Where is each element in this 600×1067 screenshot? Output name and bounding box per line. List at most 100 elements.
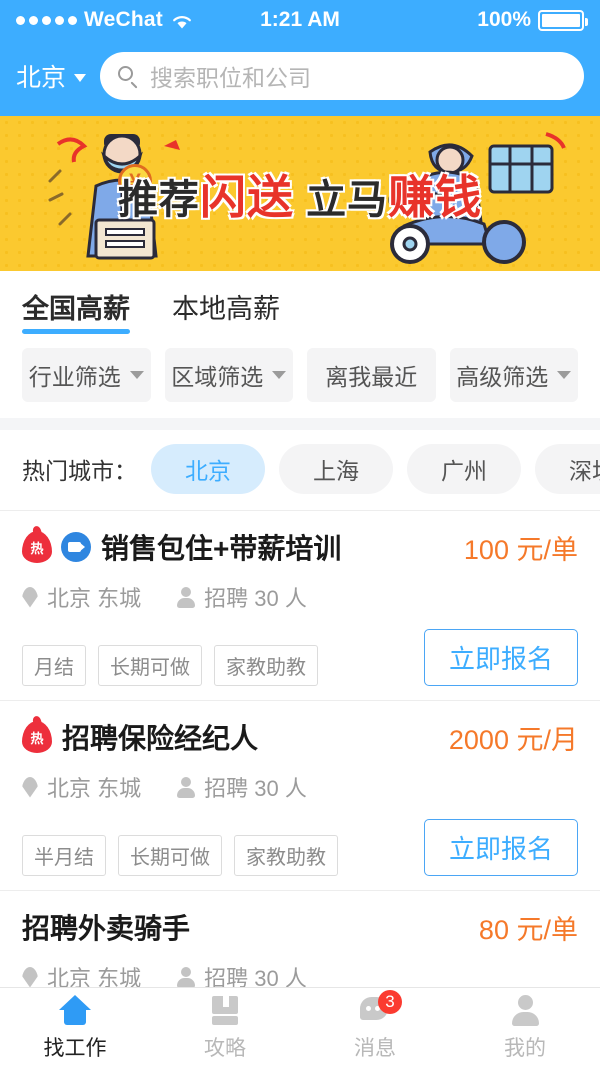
- job-tag: 长期可做: [98, 645, 202, 686]
- hot-flame-icon: 热: [22, 721, 52, 753]
- job-headcount-label: 招聘 30 人: [204, 966, 307, 987]
- job-price-amount: 100: [463, 534, 509, 565]
- chat-icon: 3: [358, 989, 402, 1026]
- nav-item-jobs[interactable]: 找工作: [0, 994, 150, 1062]
- location-pin-icon: [22, 586, 38, 608]
- hot-flame-icon: 热: [22, 531, 52, 563]
- job-tag: 长期可做: [118, 835, 222, 876]
- chevron-down-icon: [557, 371, 572, 379]
- job-headcount: 招聘 30 人: [177, 771, 307, 803]
- banner-text-part2: 闪送: [199, 170, 294, 223]
- location-pin-icon: [22, 776, 38, 798]
- search-placeholder: 搜索职位和公司: [150, 65, 312, 91]
- chevron-down-icon: [272, 371, 287, 379]
- job-list: 热 销售包住+带薪培训 100 元/单 北京 东城 招聘 30 人 月结 长期可…: [0, 511, 600, 987]
- section-separator: [0, 418, 600, 430]
- job-title: 销售包住+带薪培训: [101, 533, 342, 564]
- job-tag: 半月结: [22, 835, 106, 876]
- nav-item-profile-label: 我的: [504, 1036, 546, 1060]
- chevron-down-icon: [74, 74, 87, 82]
- category-tabs-section: 全国高薪 本地高薪 行业筛选 区域筛选 离我最近 高级筛选: [0, 271, 600, 418]
- table-row[interactable]: 热 销售包住+带薪培训 100 元/单 北京 东城 招聘 30 人 月结 长期可…: [0, 511, 600, 701]
- battery-percentage: 100%: [477, 8, 531, 31]
- job-headcount: 招聘 30 人: [177, 581, 307, 613]
- app-root: WeChat 1:21 AM 100% 北京 搜索职位和公司 ¥ 推荐闪送 立马…: [0, 0, 600, 1067]
- job-tag: 家教助教: [214, 645, 318, 686]
- video-icon: [61, 532, 91, 562]
- job-tag: 家教助教: [234, 835, 338, 876]
- home-icon: [58, 994, 92, 1026]
- filter-advanced[interactable]: 高级筛选: [449, 348, 578, 402]
- filter-region[interactable]: 区域筛选: [164, 348, 293, 402]
- job-badges: 热: [22, 531, 91, 563]
- status-bar-left: WeChat: [16, 8, 192, 32]
- table-row[interactable]: 热 招聘保险经纪人 2000 元/月 北京 东城 招聘 30 人 半月结 长期可…: [0, 701, 600, 891]
- job-tags: 半月结 长期可做 家教助教: [22, 835, 338, 876]
- job-headcount-label: 招聘 30 人: [204, 586, 307, 611]
- job-header: 热 销售包住+带薪培训 100 元/单: [22, 527, 578, 567]
- job-price: 80 元/单: [479, 908, 578, 947]
- job-location-label: 北京 东城: [47, 966, 142, 987]
- job-headcount-label: 招聘 30 人: [204, 776, 307, 801]
- banner-text: 推荐闪送 立马赚钱: [0, 161, 600, 227]
- city-selector-label: 北京: [16, 64, 67, 92]
- job-footer: 月结 长期可做 家教助教 立即报名: [22, 629, 578, 686]
- city-chip-guangzhou[interactable]: 广州: [407, 444, 521, 494]
- nav-item-jobs-label: 找工作: [43, 1036, 107, 1060]
- city-chip-shanghai[interactable]: 上海: [279, 444, 393, 494]
- table-row[interactable]: 招聘外卖骑手 80 元/单 北京 东城 招聘 30 人 月结: [0, 891, 600, 987]
- job-price: 100 元/单: [464, 528, 578, 567]
- city-chip-beijing[interactable]: 北京: [151, 444, 265, 494]
- banner-text-part4: 赚钱: [388, 170, 483, 223]
- job-footer: 半月结 长期可做 家教助教 立即报名: [22, 819, 578, 876]
- job-price-amount: 80: [478, 914, 509, 945]
- apply-button[interactable]: 立即报名: [423, 819, 578, 876]
- person-icon: [177, 966, 196, 987]
- nav-item-messages[interactable]: 3 消息: [300, 989, 450, 1062]
- job-meta: 北京 东城 招聘 30 人: [22, 961, 578, 987]
- search-icon: [118, 65, 139, 89]
- nav-item-guide[interactable]: 攻略: [150, 994, 300, 1062]
- nav-item-profile[interactable]: 我的: [450, 994, 600, 1062]
- message-count-badge: 3: [378, 989, 402, 1014]
- job-location: 北京 东城: [22, 581, 141, 613]
- job-title: 招聘保险经纪人: [62, 723, 259, 754]
- city-selector[interactable]: 北京: [16, 58, 87, 94]
- carrier-label: WeChat: [84, 8, 163, 31]
- filter-nearest[interactable]: 离我最近: [307, 348, 436, 402]
- job-location-label: 北京 东城: [47, 586, 142, 611]
- location-pin-icon: [22, 966, 38, 987]
- promo-banner[interactable]: ¥ 推荐闪送 立马赚钱: [0, 116, 600, 271]
- tab-national-high-salary[interactable]: 全国高薪: [22, 287, 130, 334]
- banner-text-part1: 推荐: [117, 177, 200, 222]
- status-bar: WeChat 1:21 AM 100%: [0, 0, 600, 40]
- city-chip-shenzhen[interactable]: 深圳: [535, 444, 600, 494]
- tab-local-high-salary[interactable]: 本地高薪: [172, 287, 280, 334]
- job-price-amount: 2000: [448, 724, 509, 755]
- filter-region-label: 区域筛选: [171, 364, 264, 390]
- hot-cities-label: 热门城市：: [22, 458, 137, 484]
- job-badges: 热: [22, 721, 52, 753]
- banner-text-part3: 立马: [306, 177, 389, 222]
- filter-nearest-label: 离我最近: [325, 364, 418, 390]
- chevron-down-icon: [129, 371, 144, 379]
- nav-item-messages-label: 消息: [354, 1036, 396, 1060]
- job-location: 北京 东城: [22, 961, 141, 987]
- bottom-navigation: 找工作 攻略 3 消息 我的: [0, 987, 600, 1067]
- category-tabs: 全国高薪 本地高薪: [22, 287, 578, 334]
- person-icon: [177, 586, 196, 608]
- search-header: 北京 搜索职位和公司: [0, 40, 600, 116]
- job-location-label: 北京 东城: [47, 776, 142, 801]
- signal-strength-icon: [16, 15, 77, 25]
- filter-industry-label: 行业筛选: [28, 364, 121, 390]
- search-input[interactable]: 搜索职位和公司: [100, 52, 584, 100]
- job-header: 热 招聘保险经纪人 2000 元/月: [22, 717, 578, 757]
- filter-bar: 行业筛选 区域筛选 离我最近 高级筛选: [22, 334, 578, 418]
- filter-industry[interactable]: 行业筛选: [22, 348, 151, 402]
- job-price: 2000 元/月: [449, 718, 578, 757]
- status-bar-right: 100%: [477, 8, 588, 32]
- apply-button[interactable]: 立即报名: [423, 629, 578, 686]
- job-meta: 北京 东城 招聘 30 人: [22, 581, 578, 613]
- wifi-icon: [172, 12, 192, 29]
- job-header: 招聘外卖骑手 80 元/单: [22, 907, 578, 947]
